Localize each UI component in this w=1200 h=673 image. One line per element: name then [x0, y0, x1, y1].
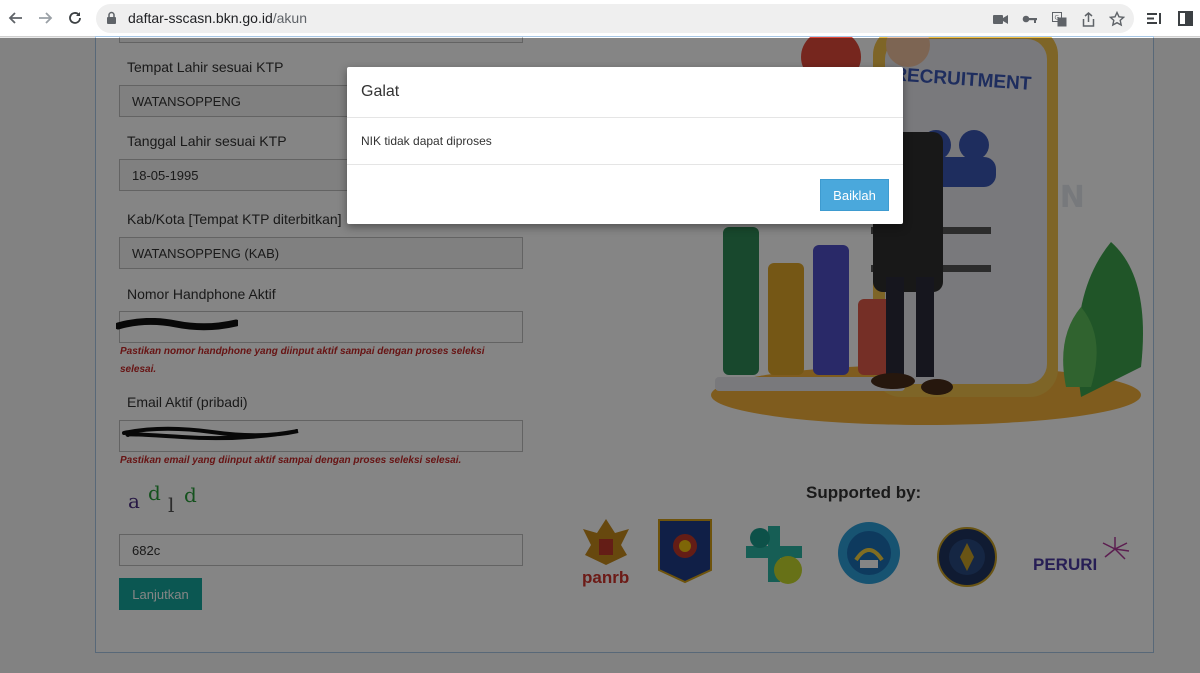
error-dialog: Galat NIK tidak dapat diproses Baiklah — [347, 67, 903, 224]
back-icon[interactable] — [4, 6, 28, 30]
key-icon[interactable] — [1022, 11, 1038, 27]
dialog-title: Galat — [347, 67, 903, 118]
url-path: /akun — [272, 10, 307, 26]
svg-text:G: G — [1054, 14, 1059, 21]
url-host: daftar-sscasn.bkn.go.id — [128, 10, 273, 26]
bookmark-star-icon[interactable] — [1109, 11, 1125, 27]
dialog-message: NIK tidak dapat diproses — [347, 118, 903, 165]
reading-list-icon[interactable] — [1146, 9, 1164, 27]
reload-icon[interactable] — [63, 6, 87, 30]
url-text[interactable]: daftar-sscasn.bkn.go.id/akun — [128, 10, 307, 26]
side-panel-icon[interactable] — [1176, 9, 1194, 27]
forward-icon[interactable] — [33, 6, 57, 30]
translate-icon[interactable]: G — [1051, 11, 1067, 27]
ok-button[interactable]: Baiklah — [820, 179, 889, 211]
camera-blocked-icon[interactable] — [992, 11, 1008, 27]
browser-toolbar: daftar-sscasn.bkn.go.id/akun G — [0, 0, 1200, 37]
lock-icon[interactable] — [106, 11, 117, 30]
address-bar[interactable]: daftar-sscasn.bkn.go.id/akun G — [96, 4, 1134, 33]
dialog-footer: Baiklah — [347, 165, 903, 223]
share-icon[interactable] — [1080, 11, 1096, 27]
